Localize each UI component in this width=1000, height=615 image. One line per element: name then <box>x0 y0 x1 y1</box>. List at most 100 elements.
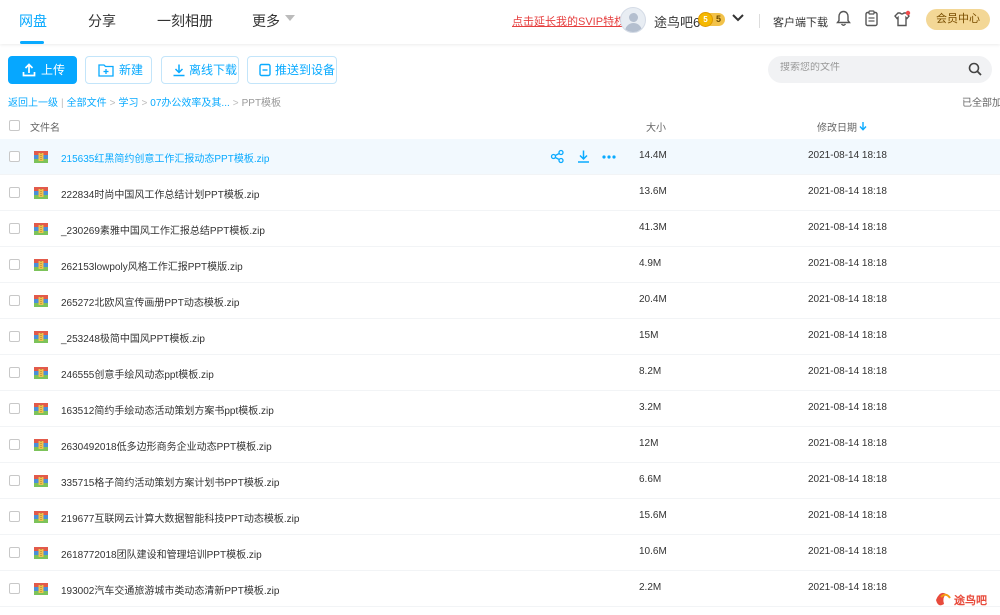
file-size: 8.2M <box>639 366 662 377</box>
row-checkbox[interactable] <box>9 439 20 450</box>
table-row[interactable]: 163512简约手绘动态活动策划方案书ppt模板.zip 3.2M 2021-08-… <box>0 391 1000 427</box>
sort-descending-icon[interactable] <box>859 121 867 131</box>
download-icon[interactable] <box>576 149 591 164</box>
file-size: 20.4M <box>639 294 667 305</box>
select-all-checkbox[interactable] <box>9 120 20 131</box>
file-size: 3.2M <box>639 402 662 413</box>
file-size: 41.3M <box>639 222 667 233</box>
share-icon[interactable] <box>550 149 565 164</box>
file-name[interactable]: _253248极简中国风PPT模板.zip <box>61 330 205 345</box>
more-options-icon[interactable] <box>601 149 617 164</box>
username[interactable]: 途鸟吧6 <box>654 12 700 31</box>
file-name[interactable]: 222834时尚中国风工作总结计划PPT模板.zip <box>61 186 259 201</box>
row-checkbox[interactable] <box>9 547 20 558</box>
top-navigation: 网盘 分享 一刻相册 更多 点击延长我的SVIP特权 途鸟吧6 5 5 客户端下… <box>0 0 1000 44</box>
upload-button[interactable]: 上传 <box>8 56 77 84</box>
file-date: 2021-08-14 18:18 <box>808 474 887 485</box>
file-name[interactable]: 163512简约手绘动态活动策划方案书ppt模板.zip <box>61 402 274 417</box>
row-checkbox[interactable] <box>9 583 20 594</box>
row-checkbox[interactable] <box>9 223 20 234</box>
table-row[interactable]: 215635红黑简约创意工作汇报动态PPT模板.zip 14.4M 2021-08-… <box>0 139 1000 175</box>
table-row[interactable]: _230269素雅中国风工作汇报总结PPT模板.zip 41.3M 2021-08-… <box>0 211 1000 247</box>
table-row[interactable]: 2618772018团队建设和管理培训PPT模板.zip 10.6M 2021-08… <box>0 535 1000 571</box>
row-checkbox[interactable] <box>9 367 20 378</box>
row-checkbox[interactable] <box>9 331 20 342</box>
column-header-date[interactable]: 修改日期 <box>817 119 857 134</box>
table-row[interactable]: 193002汽车交通旅游城市类动态清新PPT模板.zip 2.2M 2021-08-… <box>0 571 1000 607</box>
file-size: 2.2M <box>639 582 662 593</box>
tab-netdisk[interactable]: 网盘 <box>19 11 47 31</box>
column-header-size[interactable]: 大小 <box>646 119 666 134</box>
table-row[interactable]: 335715格子简约活动策划方案计划书PPT模板.zip 6.6M 2021-08-… <box>0 463 1000 499</box>
row-checkbox[interactable] <box>9 475 20 486</box>
row-checkbox[interactable] <box>9 187 20 198</box>
tab-more[interactable]: 更多 <box>252 11 280 31</box>
file-name[interactable]: 2630492018低多边形商务企业动态PPT模板.zip <box>61 438 272 453</box>
table-row[interactable]: 2630492018低多边形商务企业动态PPT模板.zip 12M 2021-08-… <box>0 427 1000 463</box>
column-header-name[interactable]: 文件名 <box>30 119 60 134</box>
file-name[interactable]: 335715格子简约活动策划方案计划书PPT模板.zip <box>61 474 279 489</box>
breadcrumb-office[interactable]: 07办公效率及其... <box>150 98 229 109</box>
zip-file-icon <box>34 367 48 379</box>
zip-file-icon <box>34 151 48 163</box>
zip-file-icon <box>34 295 48 307</box>
svg-text:途鸟吧: 途鸟吧 <box>954 593 987 607</box>
client-download-link[interactable]: 客户端下载 <box>773 14 828 30</box>
avatar[interactable] <box>620 7 646 33</box>
search-input[interactable] <box>780 62 960 73</box>
file-name[interactable]: 193002汽车交通旅游城市类动态清新PPT模板.zip <box>61 582 279 597</box>
search-icon[interactable] <box>968 62 982 76</box>
divider <box>759 14 760 28</box>
file-name[interactable]: 219677互联网云计算大数据智能科技PPT动态模板.zip <box>61 510 299 525</box>
row-checkbox[interactable] <box>9 511 20 522</box>
chevron-down-icon[interactable] <box>732 13 744 23</box>
load-status: 已全部加 <box>962 98 1000 109</box>
breadcrumb-back[interactable]: 返回上一级 <box>8 98 58 109</box>
new-folder-button[interactable]: 新建 <box>85 56 152 84</box>
zip-file-icon <box>34 403 48 415</box>
row-checkbox[interactable] <box>9 151 20 162</box>
file-name[interactable]: 246555创意手绘风动态ppt模板.zip <box>61 366 214 381</box>
breadcrumb-study[interactable]: 学习 <box>118 98 138 109</box>
table-row[interactable]: 246555创意手绘风动态ppt模板.zip 8.2M 2021-08-14 18:… <box>0 355 1000 391</box>
row-checkbox[interactable] <box>9 259 20 270</box>
clipboard-icon[interactable] <box>864 10 879 27</box>
more-dropdown-icon[interactable] <box>285 15 295 21</box>
tab-photo-album[interactable]: 一刻相册 <box>157 11 213 31</box>
push-to-device-button[interactable]: 推送到设备 <box>247 56 337 84</box>
shirt-skin-icon[interactable] <box>893 10 911 28</box>
zip-file-icon <box>34 259 48 271</box>
table-row[interactable]: _253248极简中国风PPT模板.zip 15M 2021-08-14 18:18 <box>0 319 1000 355</box>
row-checkbox[interactable] <box>9 403 20 414</box>
zip-file-icon <box>34 475 48 487</box>
svip-extend-link[interactable]: 点击延长我的SVIP特权 <box>512 13 625 29</box>
upload-label: 上传 <box>41 63 66 77</box>
table-row[interactable]: 222834时尚中国风工作总结计划PPT模板.zip 13.6M 2021-08-1… <box>0 175 1000 211</box>
zip-file-icon <box>34 547 48 559</box>
breadcrumb-current: PPT模板 <box>241 98 282 109</box>
zip-file-icon <box>34 439 48 451</box>
zip-file-icon <box>34 331 48 343</box>
file-size: 6.6M <box>639 474 662 485</box>
bell-icon[interactable] <box>836 10 851 27</box>
table-row[interactable]: 219677互联网云计算大数据智能科技PPT动态模板.zip 15.6M 2021-… <box>0 499 1000 535</box>
offline-download-button[interactable]: 离线下载 <box>161 56 239 84</box>
file-name[interactable]: 2618772018团队建设和管理培训PPT模板.zip <box>61 546 262 561</box>
new-folder-icon <box>98 64 114 77</box>
file-name[interactable]: _230269素雅中国风工作汇报总结PPT模板.zip <box>61 222 265 237</box>
svip-badge-icon: 5 <box>698 12 713 27</box>
vip-center-button[interactable]: 会员中心 <box>926 9 990 30</box>
device-icon <box>259 63 271 77</box>
file-name[interactable]: 265272北欧风宣传画册PPT动态模板.zip <box>61 294 239 309</box>
file-date: 2021-08-14 18:18 <box>808 258 887 269</box>
file-size: 15.6M <box>639 510 667 521</box>
tab-share[interactable]: 分享 <box>88 11 116 31</box>
breadcrumb-all-files[interactable]: 全部文件 <box>67 98 107 109</box>
file-name[interactable]: 262153lowpoly风格工作汇报PPT模版.zip <box>61 258 243 273</box>
table-row[interactable]: 265272北欧风宣传画册PPT动态模板.zip 20.4M 2021-08-14 … <box>0 283 1000 319</box>
file-name[interactable]: 215635红黑简约创意工作汇报动态PPT模板.zip <box>61 150 269 165</box>
zip-file-icon <box>34 583 48 595</box>
table-row[interactable]: 262153lowpoly风格工作汇报PPT模版.zip 4.9M 2021-08-… <box>0 247 1000 283</box>
file-date: 2021-08-14 18:18 <box>808 438 887 449</box>
row-checkbox[interactable] <box>9 295 20 306</box>
